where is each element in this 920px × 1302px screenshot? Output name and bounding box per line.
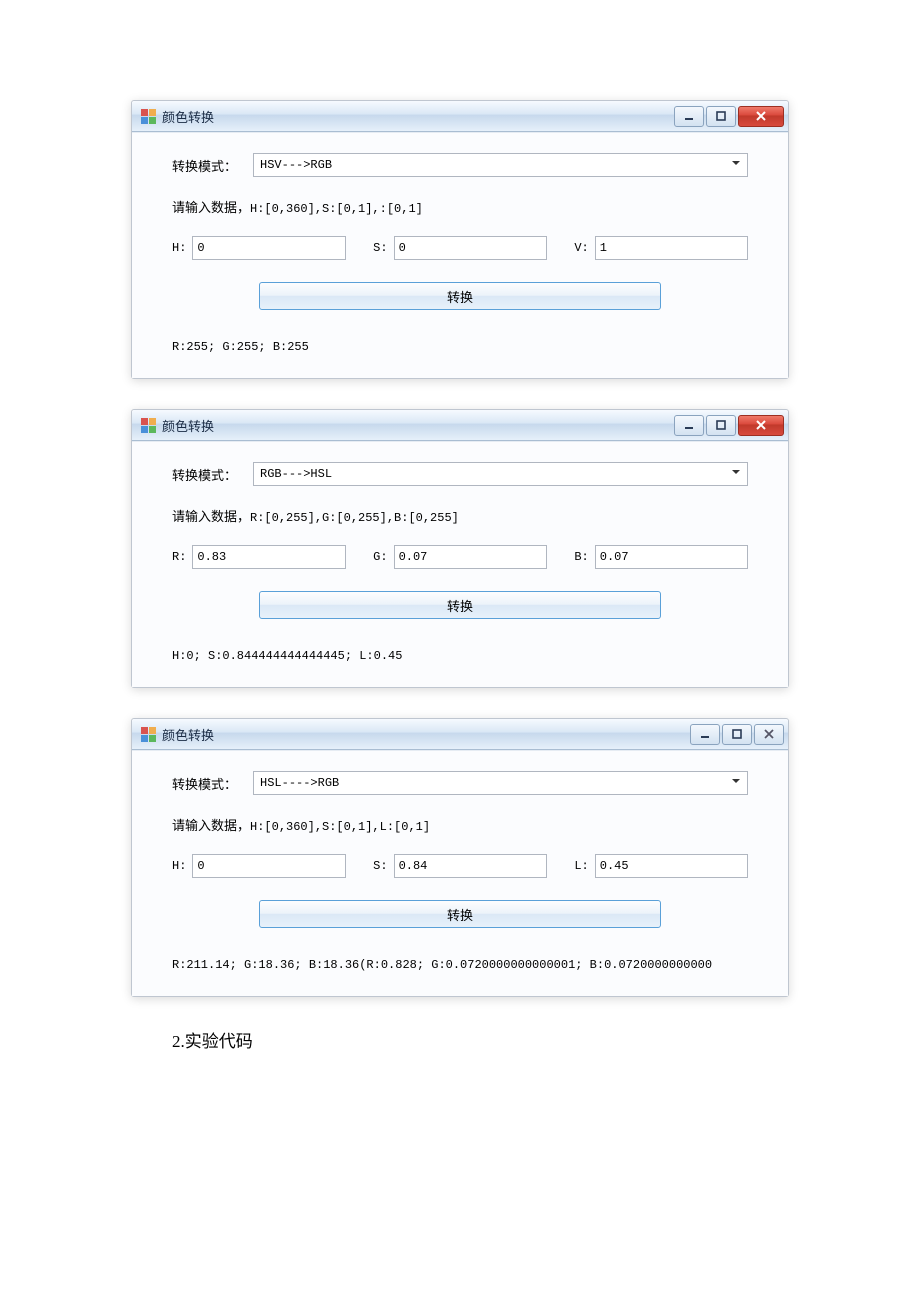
mode-value: HSL---->RGB <box>260 776 339 790</box>
hint-ranges: H:[0,360],S:[0,1],:[0,1] <box>250 202 423 216</box>
value-input[interactable]: 0.07 <box>394 545 547 569</box>
inputs-row: H: 0 S: 0 V: 1 <box>172 236 748 260</box>
value-input[interactable]: 0 <box>192 854 345 878</box>
mode-select[interactable]: HSV--->RGB <box>253 153 748 177</box>
window-title: 颜色转换 <box>162 107 214 126</box>
app-window: 颜色转换 转换模式： HSV--->RGB 请输入数据，H:[0,360],S:… <box>131 100 789 379</box>
hint-prefix: 请输入数据， <box>172 200 250 215</box>
app-icon <box>140 108 156 124</box>
minimize-button[interactable] <box>674 106 704 127</box>
result-text: H:0; S:0.844444444444445; L:0.45 <box>172 649 748 663</box>
app-window: 颜色转换 转换模式： RGB--->HSL 请输入数据，R:[0,255],G:… <box>131 409 789 688</box>
hint-prefix: 请输入数据， <box>172 509 250 524</box>
app-icon <box>140 417 156 433</box>
convert-row: 转换 <box>172 282 748 310</box>
app-icon <box>140 726 156 742</box>
mode-row: 转换模式： RGB--->HSL <box>172 462 748 486</box>
field-label: S: <box>373 859 387 873</box>
minimize-button[interactable] <box>690 724 720 745</box>
convert-button[interactable]: 转换 <box>259 282 661 310</box>
field-label: R: <box>172 550 186 564</box>
field-label: B: <box>574 550 588 564</box>
close-button[interactable] <box>738 106 784 127</box>
close-button[interactable] <box>738 415 784 436</box>
client-area: 转换模式： HSL---->RGB 请输入数据，H:[0,360],S:[0,1… <box>132 750 788 996</box>
result-text: R:255; G:255; B:255 <box>172 340 748 354</box>
section-heading: 2.实验代码 <box>172 1027 860 1052</box>
hint-ranges: R:[0,255],G:[0,255],B:[0,255] <box>250 511 459 525</box>
maximize-button[interactable] <box>722 724 752 745</box>
mode-value: RGB--->HSL <box>260 467 332 481</box>
window-title: 颜色转换 <box>162 725 214 744</box>
result-text: R:211.14; G:18.36; B:18.36(R:0.828; G:0.… <box>172 958 748 972</box>
field-label: L: <box>574 859 588 873</box>
chevron-down-icon <box>731 776 741 790</box>
inputs-row: R: 0.83 G: 0.07 B: 0.07 <box>172 545 748 569</box>
titlebar: 颜色转换 <box>132 719 788 750</box>
titlebar: 颜色转换 <box>132 410 788 441</box>
value-input[interactable]: 1 <box>595 236 748 260</box>
maximize-button[interactable] <box>706 106 736 127</box>
maximize-button[interactable] <box>706 415 736 436</box>
field-label: H: <box>172 241 186 255</box>
hint-prefix: 请输入数据， <box>172 818 250 833</box>
mode-value: HSV--->RGB <box>260 158 332 172</box>
field-label: G: <box>373 550 387 564</box>
input-hint: 请输入数据，H:[0,360],S:[0,1],L:[0,1] <box>172 815 748 834</box>
value-input[interactable]: 0.83 <box>192 545 345 569</box>
window-title: 颜色转换 <box>162 416 214 435</box>
field-label: V: <box>574 241 588 255</box>
mode-select[interactable]: HSL---->RGB <box>253 771 748 795</box>
convert-row: 转换 <box>172 591 748 619</box>
mode-label: 转换模式： <box>172 774 237 793</box>
chevron-down-icon <box>731 158 741 172</box>
convert-row: 转换 <box>172 900 748 928</box>
mode-select[interactable]: RGB--->HSL <box>253 462 748 486</box>
value-input[interactable]: 0 <box>192 236 345 260</box>
client-area: 转换模式： RGB--->HSL 请输入数据，R:[0,255],G:[0,25… <box>132 441 788 687</box>
minimize-button[interactable] <box>674 415 704 436</box>
convert-button[interactable]: 转换 <box>259 591 661 619</box>
input-hint: 请输入数据，H:[0,360],S:[0,1],:[0,1] <box>172 197 748 216</box>
app-window: 颜色转换 转换模式： HSL---->RGB 请输入数据，H:[0,360],S… <box>131 718 789 997</box>
client-area: 转换模式： HSV--->RGB 请输入数据，H:[0,360],S:[0,1]… <box>132 132 788 378</box>
value-input[interactable]: 0.84 <box>394 854 547 878</box>
inputs-row: H: 0 S: 0.84 L: 0.45 <box>172 854 748 878</box>
chevron-down-icon <box>731 467 741 481</box>
field-label: S: <box>373 241 387 255</box>
field-label: H: <box>172 859 186 873</box>
value-input[interactable]: 0 <box>394 236 547 260</box>
titlebar: 颜色转换 <box>132 101 788 132</box>
value-input[interactable]: 0.45 <box>595 854 748 878</box>
convert-button[interactable]: 转换 <box>259 900 661 928</box>
value-input[interactable]: 0.07 <box>595 545 748 569</box>
mode-label: 转换模式： <box>172 156 237 175</box>
close-button[interactable] <box>754 724 784 745</box>
mode-row: 转换模式： HSL---->RGB <box>172 771 748 795</box>
input-hint: 请输入数据，R:[0,255],G:[0,255],B:[0,255] <box>172 506 748 525</box>
mode-label: 转换模式： <box>172 465 237 484</box>
hint-ranges: H:[0,360],S:[0,1],L:[0,1] <box>250 820 430 834</box>
mode-row: 转换模式： HSV--->RGB <box>172 153 748 177</box>
